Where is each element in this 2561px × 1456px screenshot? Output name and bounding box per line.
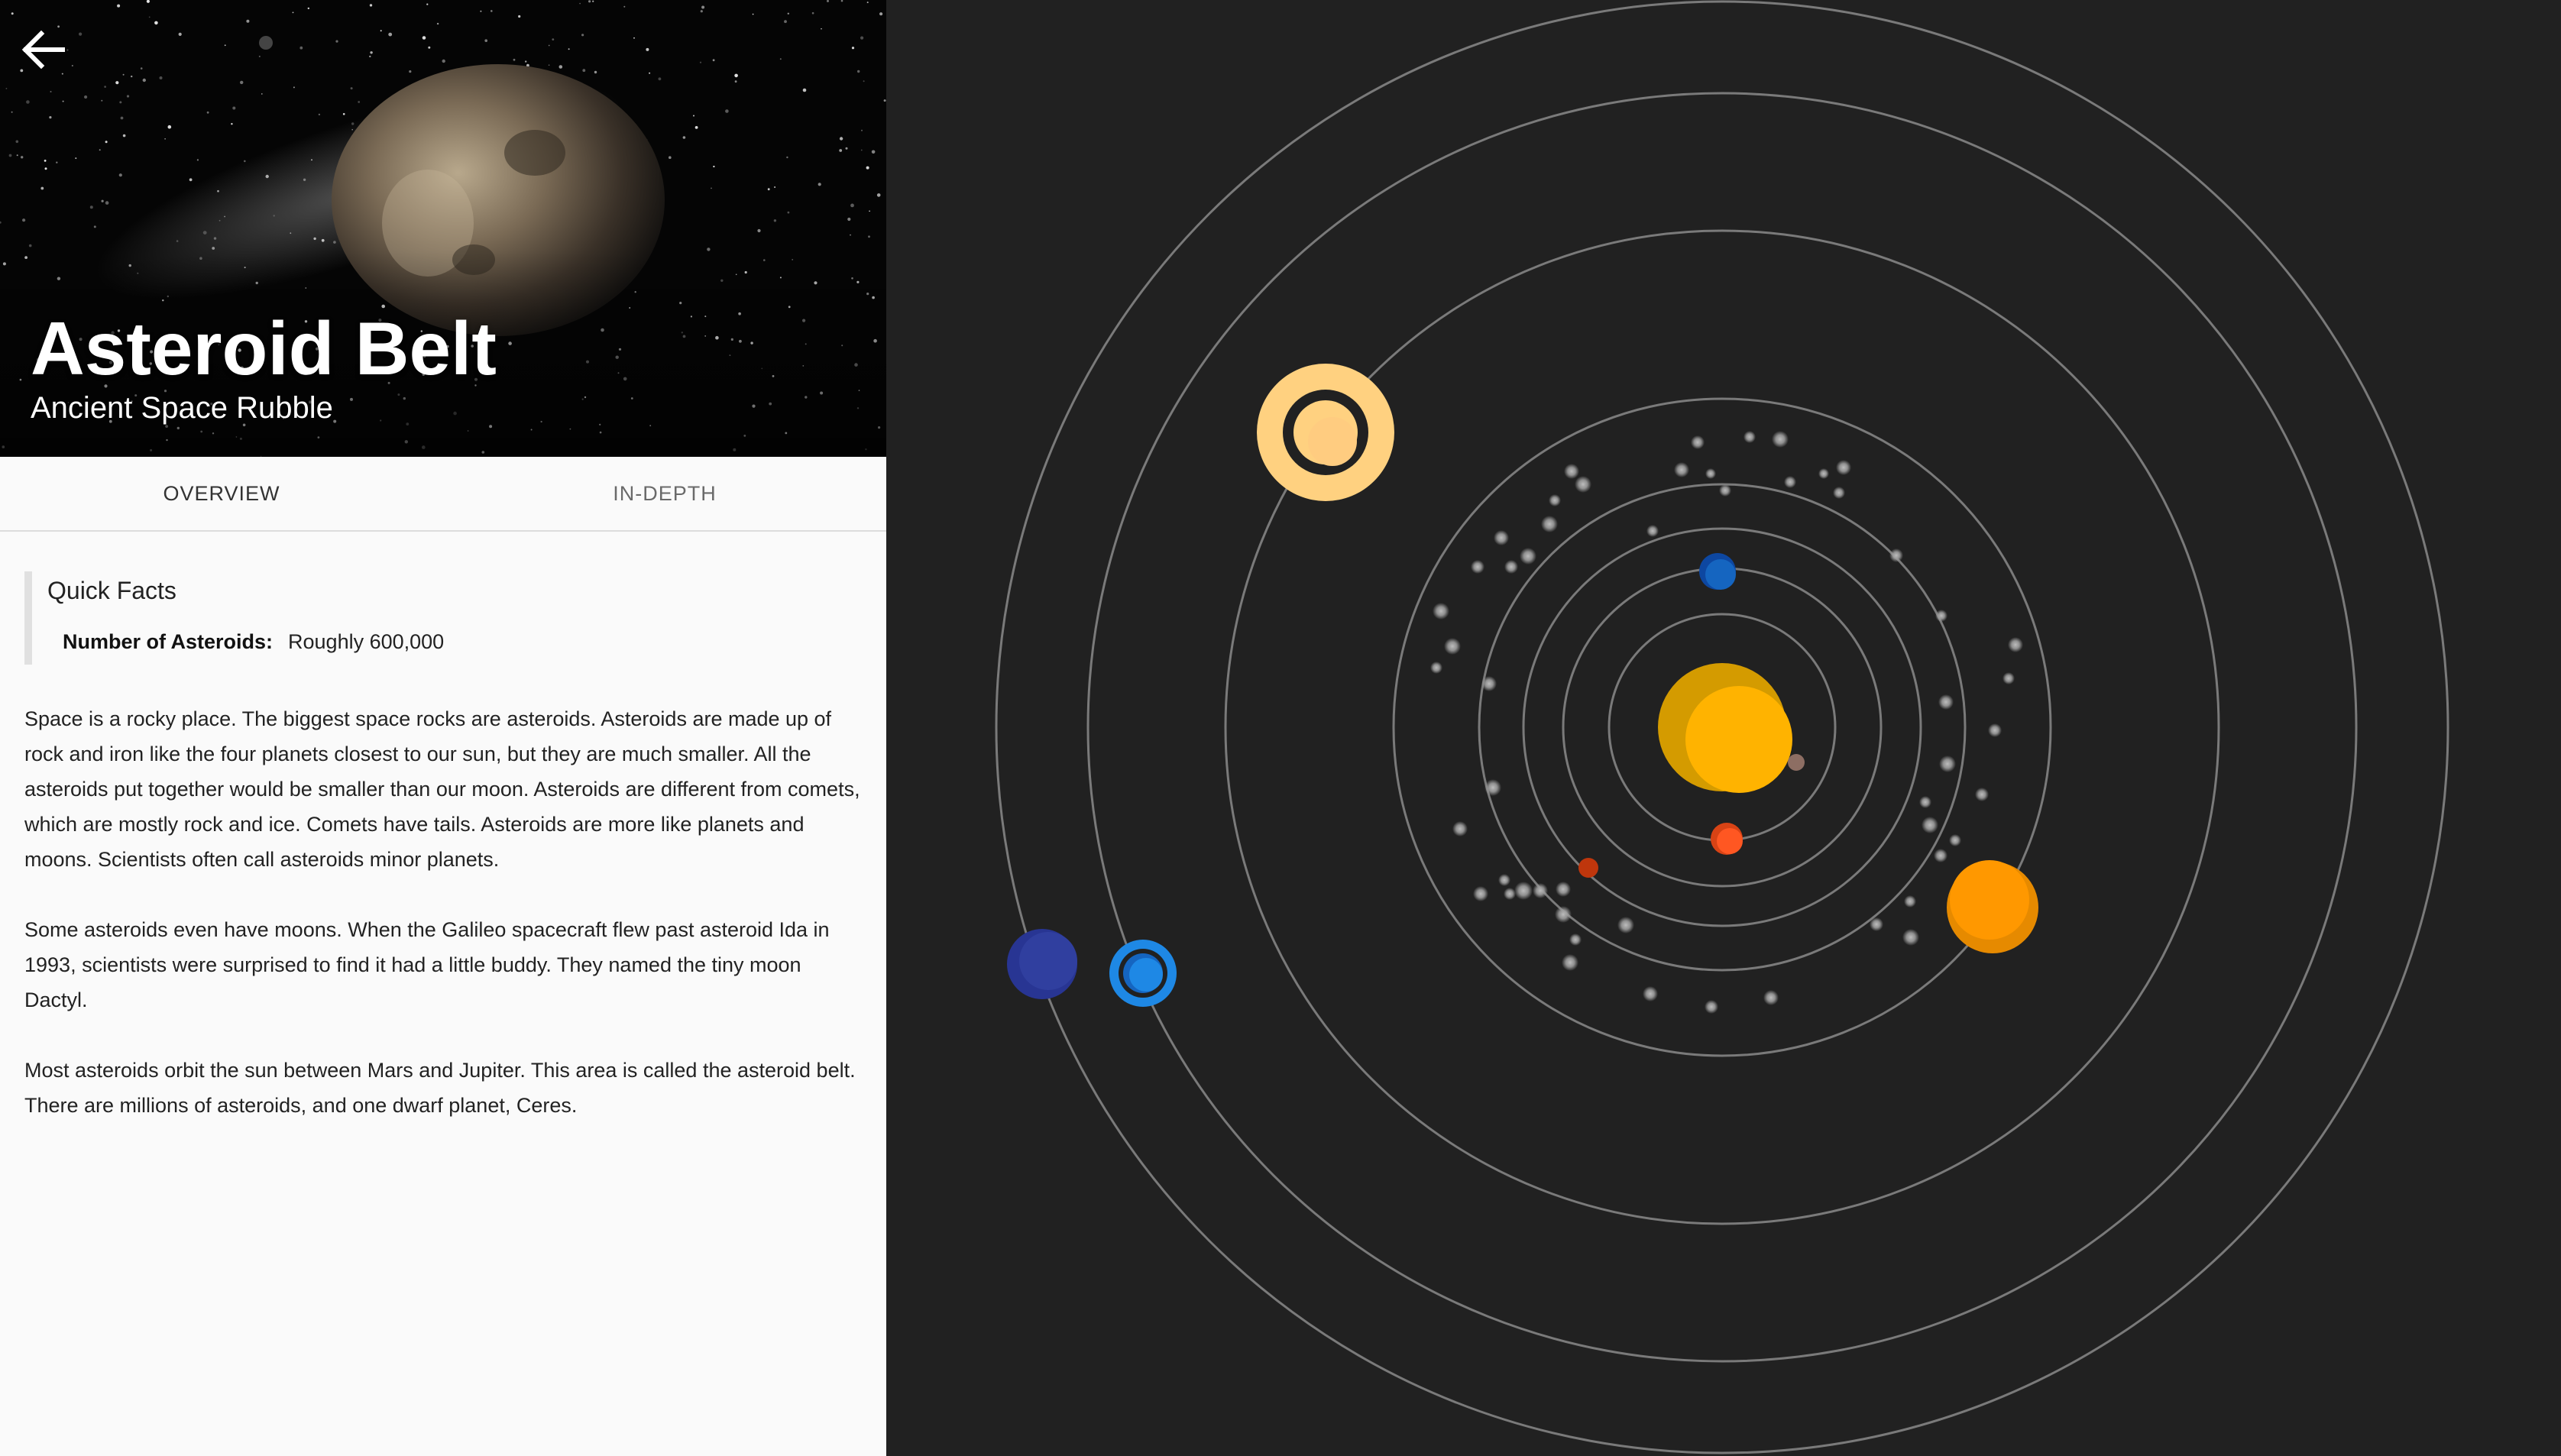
fact-value: Roughly 600,000 (288, 630, 445, 653)
asteroid-dot (1473, 886, 1488, 901)
quick-facts-box: Quick Facts Number of Asteroids: Roughly … (24, 571, 857, 665)
asteroid-dot (1549, 494, 1561, 506)
asteroid-dot (1533, 883, 1548, 898)
asteroid-dot (1772, 431, 1789, 448)
planet-neptune[interactable] (1007, 929, 1077, 999)
asteroid-dot (1975, 788, 1989, 801)
planet-mercury[interactable] (1788, 754, 1805, 771)
asteroid-dot (1833, 487, 1845, 499)
planet-saturn[interactable] (1257, 364, 1394, 501)
asteroid-dot (1514, 882, 1533, 900)
asteroid-dot (1498, 874, 1510, 886)
asteroid-dot (1935, 610, 1947, 622)
asteroid-dot (1763, 990, 1779, 1005)
asteroid-dot (1919, 796, 1931, 808)
asteroid-dot (1504, 560, 1518, 574)
planet-uranus[interactable] (1109, 940, 1177, 1007)
asteroid-dot (1818, 468, 1829, 479)
asteroid-dot (1719, 484, 1731, 497)
quick-facts-title: Quick Facts (47, 577, 176, 604)
asteroid-dot (1784, 476, 1796, 488)
asteroid-dot (1562, 954, 1578, 971)
back-button[interactable] (17, 23, 70, 76)
planet-mars[interactable] (1578, 858, 1598, 878)
asteroid-dot (1870, 917, 1883, 931)
asteroid-dot (1643, 986, 1658, 1001)
asteroid-dot (1902, 929, 1919, 946)
tab-in-depth[interactable]: IN-DEPTH (443, 457, 886, 530)
asteroid-dot (1541, 516, 1558, 532)
asteroid-dot (1452, 821, 1468, 836)
asteroid-dot (1904, 895, 1916, 908)
asteroid-dot (1569, 933, 1582, 946)
asteroid-dot (1617, 917, 1634, 933)
asteroid-dot (1743, 431, 1756, 443)
asteroid-dot (1484, 779, 1501, 796)
tab-overview[interactable]: OVERVIEW (0, 457, 443, 530)
asteroid-dot (1575, 476, 1591, 493)
asteroid-dot (1949, 834, 1961, 846)
asteroid-dot (1471, 560, 1484, 574)
asteroid-dot (1494, 530, 1509, 545)
asteroid-dot (1939, 756, 1956, 772)
asteroid-dot (1988, 723, 2002, 737)
fact-label: Number of Asteroids: (63, 630, 274, 653)
page-subtitle: Ancient Space Rubble (31, 391, 333, 425)
asteroid-dot (1691, 435, 1705, 449)
overview-content: Quick Facts Number of Asteroids: Roughly … (0, 532, 886, 1456)
asteroid-dot (1444, 638, 1461, 655)
page-title: Asteroid Belt (31, 306, 497, 390)
asteroid-dot (1433, 603, 1449, 620)
detail-panel: Asteroid Belt Ancient Space Rubble OVERV… (0, 0, 886, 1456)
asteroid-dot (2003, 672, 2015, 684)
asteroid-dot (1430, 662, 1442, 674)
asteroid-dot (1520, 548, 1536, 565)
asteroid-dot (1836, 460, 1851, 475)
asteroid-dot (1705, 468, 1716, 479)
tab-bar: OVERVIEW IN-DEPTH (0, 457, 886, 532)
planet-earth[interactable] (1699, 553, 1736, 590)
asteroid-dot (1481, 676, 1497, 691)
paragraph: Some asteroids even have moons. When the… (24, 918, 830, 1011)
planet-venus[interactable] (1711, 823, 1743, 855)
asteroid-dot (1564, 464, 1579, 479)
asteroid-dot (1646, 525, 1659, 537)
asteroid-dot (1674, 462, 1689, 477)
paragraph: Space is a rocky place. The biggest spac… (24, 707, 860, 871)
asteroid-dot (1922, 817, 1938, 833)
solar-system-map[interactable] (886, 0, 2561, 1456)
asteroid-dot (1555, 906, 1572, 923)
asteroid-dot (1705, 1000, 1718, 1014)
fact-row: Number of Asteroids: Roughly 600,000 (63, 626, 444, 657)
hero-header: Asteroid Belt Ancient Space Rubble (0, 0, 886, 457)
asteroid-dot (1938, 694, 1954, 710)
asteroid-dot (1934, 849, 1947, 862)
sun[interactable] (1658, 663, 1792, 793)
asteroid-dot (1556, 882, 1571, 897)
planet-jupiter[interactable] (1947, 860, 2038, 953)
asteroid-dot (1504, 888, 1516, 900)
paragraph: Most asteroids orbit the sun between Mar… (24, 1059, 856, 1117)
arrow-left-icon (21, 30, 65, 70)
asteroid-dot (1889, 548, 1903, 562)
asteroid-dot (2008, 637, 2023, 652)
